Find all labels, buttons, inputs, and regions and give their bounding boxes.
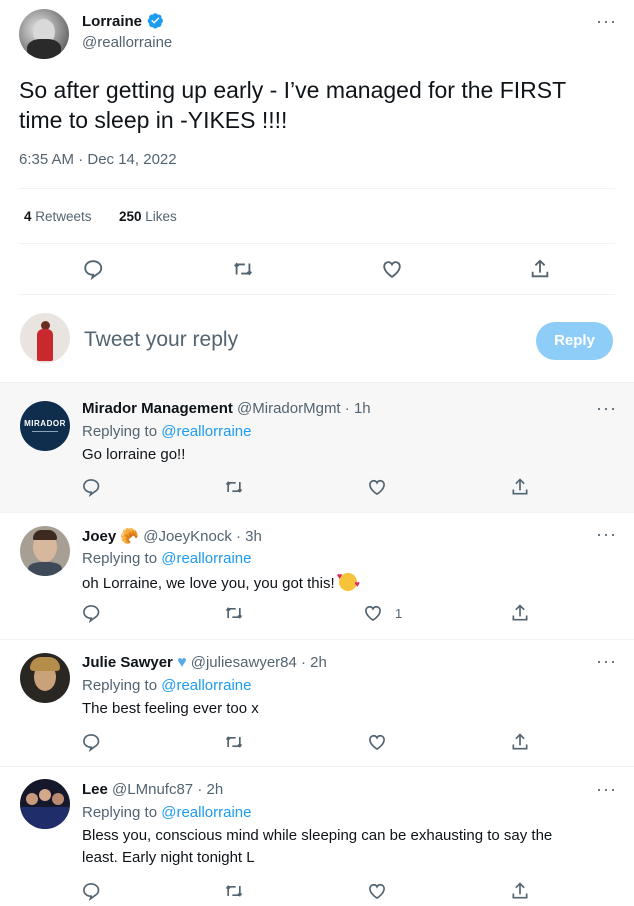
author-avatar[interactable] <box>19 9 69 59</box>
retweets-stat[interactable]: 4 Retweets <box>24 209 92 224</box>
reply-input[interactable]: Tweet your reply <box>84 328 514 352</box>
retweet-icon[interactable] <box>224 603 244 623</box>
reply-tweet[interactable]: MIRADOR Mirador Management @MiradorMgmt … <box>0 382 634 512</box>
share-icon[interactable] <box>529 258 551 280</box>
reply-icon[interactable] <box>81 603 101 624</box>
reply-icon[interactable] <box>81 477 101 498</box>
reply-tweet[interactable]: Joey 🥐 @JoeyKnock · 3h ··· Replying to @… <box>0 512 634 639</box>
reply-avatar[interactable]: MIRADOR <box>20 401 70 451</box>
like-icon[interactable] <box>367 881 387 901</box>
retweet-icon[interactable] <box>224 881 244 901</box>
croissant-emoji-icon: 🥐 <box>120 528 140 545</box>
reply-author-name[interactable]: Julie Sawyer <box>82 654 173 671</box>
like-icon[interactable] <box>367 732 387 752</box>
reply-author-handle[interactable]: @JoeyKnock <box>143 528 232 545</box>
retweet-icon[interactable] <box>224 477 244 497</box>
divider <box>19 188 615 189</box>
reply-text: The best feeling ever too x <box>82 700 259 717</box>
reply-header: Mirador Management @MiradorMgmt · 1h <box>82 400 371 417</box>
divider <box>19 294 615 295</box>
share-icon[interactable] <box>510 881 530 901</box>
author-name[interactable]: Lorraine <box>82 12 164 30</box>
tweet-text-line-2: time to sleep in -YIKES !!!! <box>19 107 288 133</box>
current-user-avatar[interactable] <box>20 313 70 363</box>
reply-author-handle[interactable]: @juliesawyer84 <box>191 654 297 671</box>
reply-avatar[interactable] <box>20 526 70 576</box>
share-icon[interactable] <box>510 603 530 623</box>
like-icon[interactable] <box>381 258 403 280</box>
reply-avatar[interactable] <box>20 779 70 829</box>
reply-author-handle[interactable]: @MiradorMgmt <box>237 400 341 417</box>
reply-header: Julie Sawyer ♥ @juliesawyer84 · 2h <box>82 654 327 672</box>
replying-to-link[interactable]: @reallorraine <box>161 677 251 694</box>
mirador-logo: MIRADOR <box>24 419 66 428</box>
reply-time[interactable]: · 2h <box>197 781 223 798</box>
more-options-icon[interactable]: ··· <box>596 399 617 417</box>
reply-time[interactable]: · 2h <box>301 654 327 671</box>
reply-time[interactable]: · 3h <box>236 528 262 545</box>
reply-avatar[interactable] <box>20 653 70 703</box>
replying-to-link[interactable]: @reallorraine <box>161 550 251 567</box>
share-icon[interactable] <box>510 732 530 752</box>
reply-text-line-2: least. Early night tonight L <box>82 849 255 866</box>
reply-tweet[interactable]: Julie Sawyer ♥ @juliesawyer84 · 2h ··· R… <box>0 639 634 766</box>
reply-tweet[interactable]: Lee @LMnufc87 · 2h ··· Replying to @real… <box>0 766 634 906</box>
reply-text: oh Lorraine, we love you, you got this! … <box>82 571 360 592</box>
reply-author-name[interactable]: Joey <box>82 528 116 545</box>
reply-text-line-1: Bless you, conscious mind while sleeping… <box>82 827 553 844</box>
replying-to: Replying to @reallorraine <box>82 550 252 567</box>
replying-to: Replying to @reallorraine <box>82 804 252 821</box>
reply-time[interactable]: · 1h <box>345 400 371 417</box>
smiling-face-hearts-emoji-icon: ♥ ♥ <box>336 571 360 591</box>
reply-author-name[interactable]: Lee <box>82 781 108 798</box>
more-options-icon[interactable]: ··· <box>596 525 617 543</box>
retweet-icon[interactable] <box>232 258 254 280</box>
like-count: 1 <box>395 606 403 621</box>
reply-text: Go lorraine go!! <box>82 446 186 463</box>
replying-to-link[interactable]: @reallorraine <box>161 423 251 440</box>
more-options-icon[interactable]: ··· <box>596 12 617 30</box>
author-handle[interactable]: @reallorraine <box>82 34 172 51</box>
retweet-icon[interactable] <box>224 732 244 752</box>
reply-author-handle[interactable]: @LMnufc87 <box>112 781 193 798</box>
more-options-icon[interactable]: ··· <box>596 652 617 670</box>
replying-to-link[interactable]: @reallorraine <box>161 804 251 821</box>
tweet-timestamp[interactable]: 6:35 AM · Dec 14, 2022 <box>19 151 177 168</box>
more-options-icon[interactable]: ··· <box>596 780 617 798</box>
tweet-text-line-1: So after getting up early - I’ve managed… <box>19 77 567 103</box>
reply-author-name[interactable]: Mirador Management <box>82 400 233 417</box>
like-icon[interactable] <box>363 603 383 623</box>
reply-icon[interactable] <box>81 881 101 902</box>
likes-stat[interactable]: 250 Likes <box>119 209 177 224</box>
blue-heart-emoji-icon: ♥ <box>177 654 187 671</box>
reply-header: Joey 🥐 @JoeyKnock · 3h <box>82 527 262 545</box>
reply-button[interactable]: Reply <box>536 322 613 360</box>
like-icon[interactable] <box>367 477 387 497</box>
divider <box>19 243 615 244</box>
reply-header: Lee @LMnufc87 · 2h <box>82 781 223 798</box>
replying-to: Replying to @reallorraine <box>82 677 252 694</box>
verified-badge-icon <box>147 13 164 29</box>
replying-to: Replying to @reallorraine <box>82 423 252 440</box>
share-icon[interactable] <box>510 477 530 497</box>
reply-icon[interactable] <box>81 732 101 753</box>
reply-icon[interactable] <box>82 258 104 281</box>
